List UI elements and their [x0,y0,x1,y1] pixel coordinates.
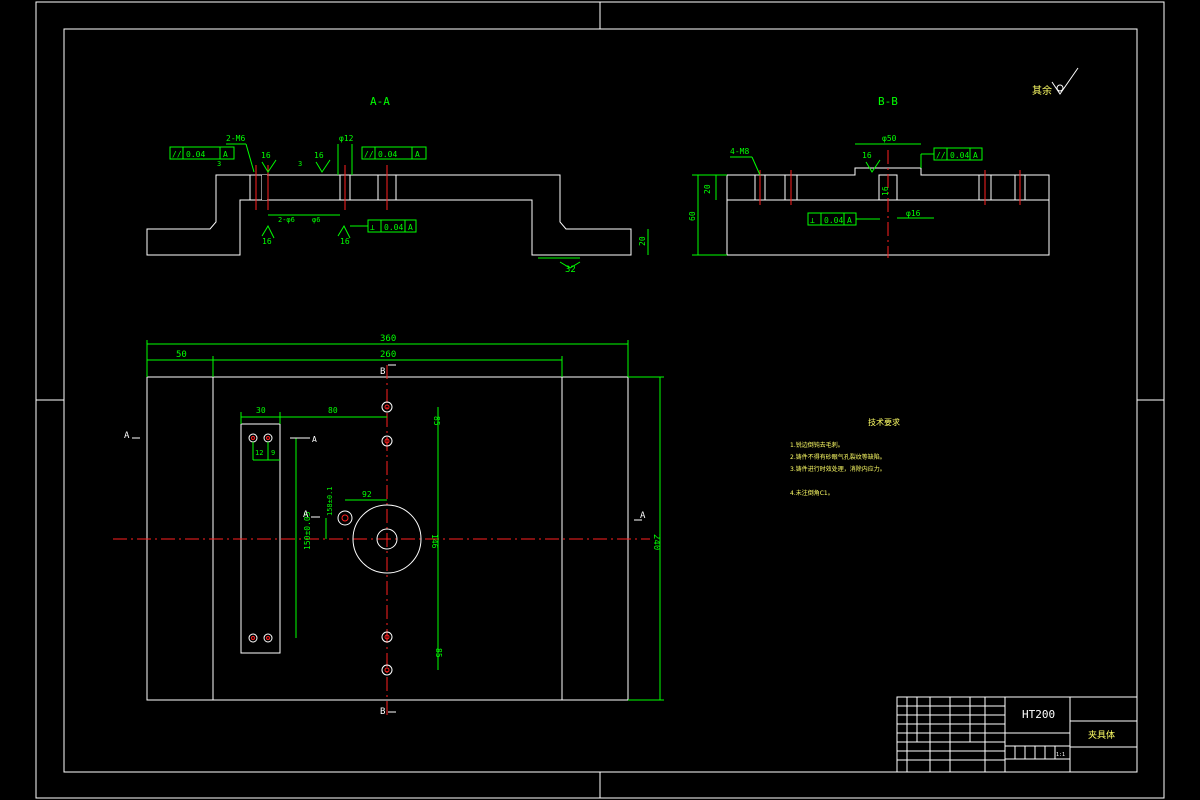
note-2: 2.铸件不得有砂眼气孔裂纹等缺陷。 [790,453,886,461]
svg-text:12: 12 [255,449,263,457]
svg-text:16: 16 [262,237,272,246]
svg-text:⊥: ⊥ [370,223,375,232]
svg-text:φ12: φ12 [339,134,354,143]
svg-text:3: 3 [298,160,302,168]
svg-text:85: 85 [434,648,443,658]
section-bb-title: B-B [878,95,898,108]
svg-text:50: 50 [176,350,187,360]
technical-notes: 技术要求 1.锐边倒钝去毛刺。 2.铸件不得有砂眼气孔裂纹等缺陷。 3.铸件进行… [790,417,900,497]
svg-text:A: A [303,510,309,520]
svg-text:260: 260 [380,350,396,360]
scale-cell: 1:1 [1056,752,1065,758]
part-name: 夹具体 [1088,729,1115,741]
svg-text:B: B [380,707,385,717]
svg-text:60: 60 [688,211,697,221]
roughness-symbol: 其余 [1032,67,1079,97]
plan-view: 360 50 260 30 80 12 9 92 158±0.1 150±0.0… [113,334,664,717]
svg-text:3: 3 [217,160,221,168]
svg-text:158±0.1: 158±0.1 [326,486,334,516]
svg-text:4-M8: 4-M8 [730,147,749,156]
title-block: HT200 夹具体 1:1 [896,696,1138,773]
svg-text:146: 146 [430,534,439,549]
svg-text:A: A [415,150,420,159]
svg-text:0.04: 0.04 [384,223,403,232]
tol-frame-aa-3: ⊥ 0.04 A [350,219,417,233]
svg-text:A: A [847,216,852,225]
svg-text:2-M6: 2-M6 [226,134,245,143]
tol-frame-bb-1: // 0.04 A [920,147,983,168]
tol-frame-bb-2: ⊥ 0.04 A [807,212,880,226]
svg-text:A: A [312,435,317,444]
svg-text:A: A [408,223,413,232]
svg-text:240: 240 [651,534,661,550]
svg-text:B: B [380,367,385,377]
svg-text:0.04: 0.04 [186,150,205,159]
svg-text:16: 16 [314,151,324,160]
tol-frame-aa-2: // 0.04 A [361,146,427,160]
svg-text:360: 360 [380,334,396,344]
svg-text:0.04: 0.04 [824,216,843,225]
svg-text:A: A [973,151,978,160]
svg-text:φ16: φ16 [906,209,921,218]
svg-text:16: 16 [340,237,350,246]
tol-frame-aa-1: // 0.04 A [169,146,235,160]
svg-text:0.04: 0.04 [950,151,969,160]
svg-text:φ50: φ50 [882,134,897,143]
sheet-frame [35,1,1165,799]
svg-text:20: 20 [638,236,647,246]
svg-text:φ6: φ6 [312,216,320,224]
svg-text:2-φ6: 2-φ6 [278,216,295,224]
note-1: 1.锐边倒钝去毛刺。 [790,441,844,449]
section-aa-view: // 0.04 A // 0.04 A ⊥ 0.04 A 2-M6 φ12 16 [146,134,649,275]
svg-text:16: 16 [862,151,872,160]
svg-text:16: 16 [261,151,271,160]
svg-text:30: 30 [256,406,266,415]
svg-text:20: 20 [703,184,712,194]
svg-text:A: A [124,431,130,441]
svg-text:⊥: ⊥ [810,216,815,225]
svg-text:85: 85 [432,416,441,426]
note-4: 4.未注倒角C1。 [790,489,834,497]
svg-text:16: 16 [881,186,890,196]
notes-title: 技术要求 [868,417,900,427]
svg-text:其余: 其余 [1032,84,1052,97]
svg-text://: // [936,151,946,160]
material-label: HT200 [1022,708,1055,721]
svg-text:80: 80 [328,406,338,415]
svg-text:A: A [223,150,228,159]
note-3: 3.铸件进行时效处理，消除内应力。 [790,465,886,473]
svg-text://: // [172,150,182,159]
section-aa-title: A-A [370,95,390,108]
svg-text:9: 9 [271,449,275,457]
engineering-drawing: A-A B-B 其余 // 0.04 A // 0.04 A ⊥ 0.04 A … [35,1,1165,799]
svg-text://: // [364,150,374,159]
svg-text:92: 92 [362,490,372,499]
svg-text:0.04: 0.04 [378,150,397,159]
section-bb-view: // 0.04 A ⊥ 0.04 A 4-M8 φ50 16 16 φ16 20… [688,134,1050,258]
